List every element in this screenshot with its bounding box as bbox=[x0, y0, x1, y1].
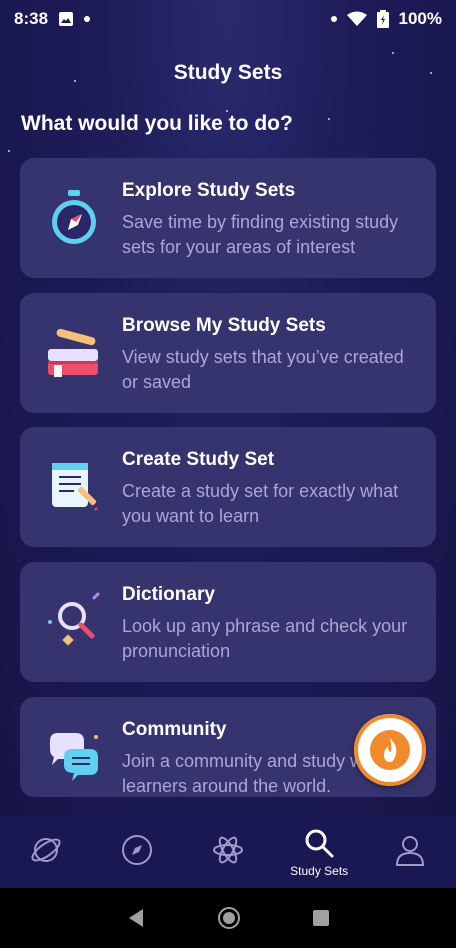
card-title: Create Study Set bbox=[122, 449, 275, 470]
dictionary-card[interactable]: Dictionary Look up any phrase and check … bbox=[20, 562, 436, 682]
books-icon bbox=[48, 328, 98, 377]
bottom-nav: Study Sets bbox=[0, 816, 456, 888]
chat-bubbles-icon bbox=[50, 733, 98, 781]
home-icon[interactable] bbox=[217, 906, 241, 930]
recents-icon[interactable] bbox=[311, 908, 331, 928]
battery-percent: 100% bbox=[398, 9, 442, 28]
card-title: Explore Study Sets bbox=[122, 180, 296, 201]
image-icon bbox=[59, 12, 74, 26]
planet-icon bbox=[31, 838, 61, 862]
nav-study-sets-label: Study Sets bbox=[290, 864, 349, 878]
notepad-icon bbox=[52, 463, 98, 511]
clock: 8:38 bbox=[14, 9, 49, 28]
search-icon bbox=[305, 829, 334, 858]
wifi-icon bbox=[346, 11, 367, 26]
atom-icon bbox=[212, 836, 243, 864]
nav-study-sets[interactable]: Study Sets bbox=[279, 816, 359, 888]
nav-compass[interactable] bbox=[97, 816, 177, 888]
card-title: Dictionary bbox=[122, 584, 215, 605]
flame-icon bbox=[370, 730, 410, 770]
system-navigation bbox=[0, 888, 456, 948]
page-title: Study Sets bbox=[173, 61, 283, 84]
streak-inner bbox=[364, 724, 416, 776]
card-description: Look up any phrase and check your pronun… bbox=[122, 616, 408, 661]
battery-icon bbox=[376, 10, 389, 28]
compass-nav-icon bbox=[121, 835, 152, 865]
back-icon[interactable] bbox=[125, 907, 147, 929]
create-study-set-card[interactable]: Create Study Set Create a study set for … bbox=[20, 427, 436, 547]
nav-planet[interactable] bbox=[6, 816, 86, 888]
card-description: View study sets that you’ve created or s… bbox=[122, 347, 404, 392]
card-description: Create a study set for exactly what you … bbox=[122, 481, 399, 526]
nav-profile[interactable] bbox=[370, 816, 450, 888]
card-title: Browse My Study Sets bbox=[122, 315, 326, 336]
notification-dot bbox=[84, 16, 91, 22]
streak-button[interactable] bbox=[354, 714, 426, 786]
compass-icon bbox=[52, 190, 96, 244]
browse-my-study-sets-card[interactable]: Browse My Study Sets View study sets tha… bbox=[20, 293, 436, 413]
card-title: Community bbox=[122, 719, 227, 740]
prompt-text: What would you like to do? bbox=[21, 112, 293, 135]
app-screen: 8:38 100% Study Sets What would you like… bbox=[0, 0, 456, 888]
nav-atom[interactable] bbox=[188, 816, 268, 888]
magnifier-icon bbox=[48, 592, 100, 646]
status-bar: 8:38 100% bbox=[0, 0, 456, 38]
profile-icon bbox=[396, 836, 425, 866]
notification-dot-right bbox=[330, 16, 337, 22]
explore-study-sets-card[interactable]: Explore Study Sets Save time by finding … bbox=[20, 158, 436, 278]
card-description: Save time by finding existing study sets… bbox=[122, 212, 399, 257]
